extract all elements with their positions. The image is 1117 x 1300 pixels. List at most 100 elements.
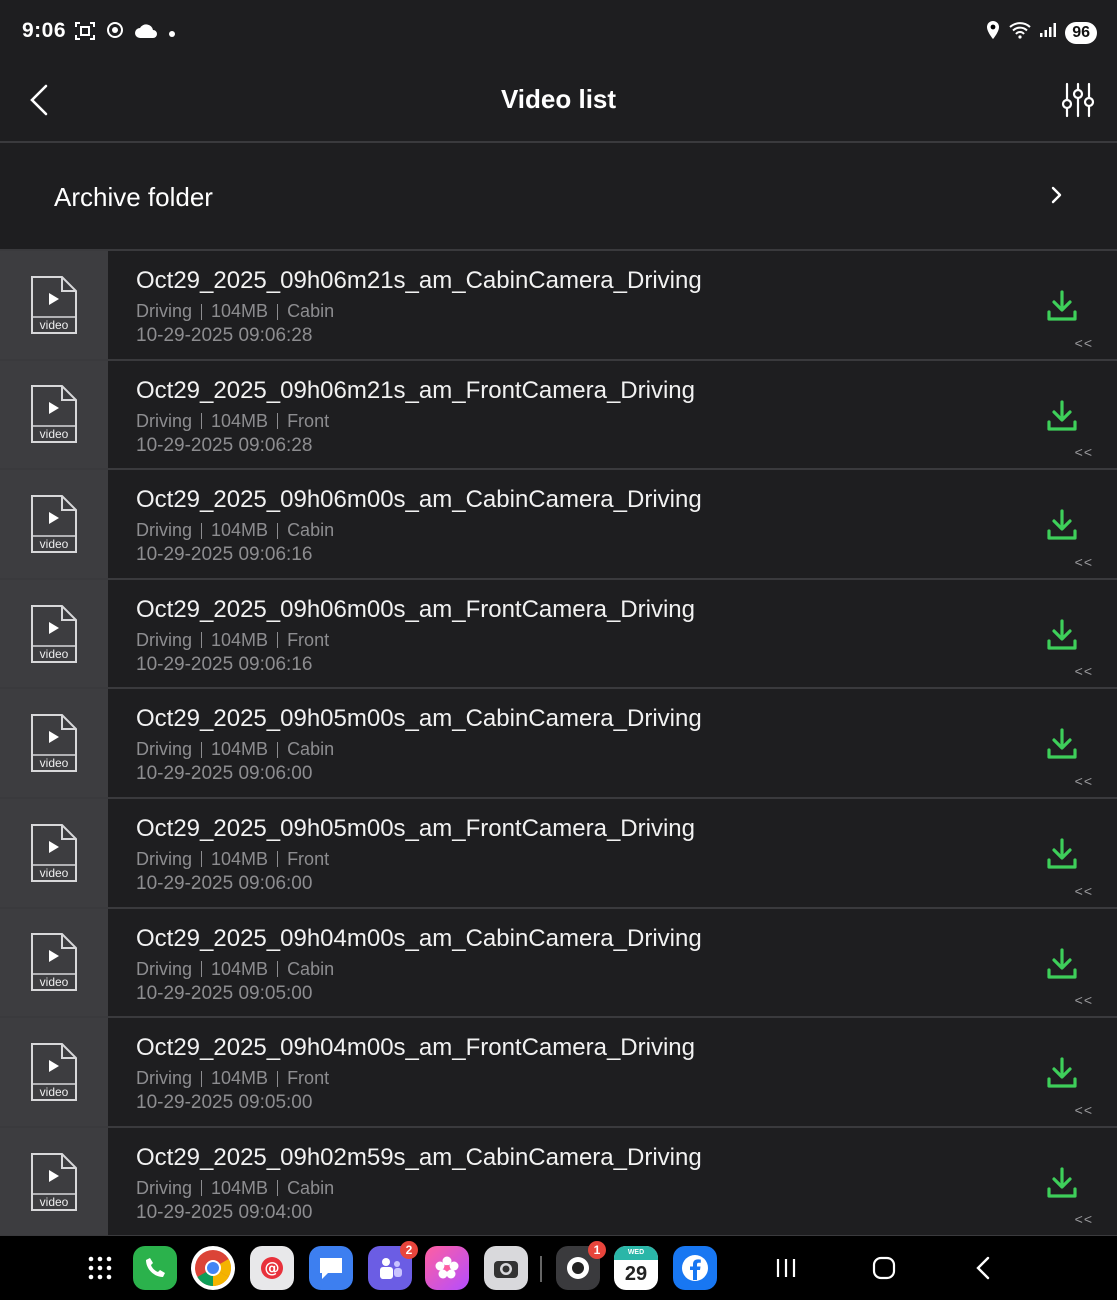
calendar-app-icon[interactable]: WED 29: [614, 1246, 658, 1290]
download-button[interactable]: [1045, 1056, 1079, 1090]
expand-toggle[interactable]: <<: [1075, 1102, 1093, 1118]
download-button[interactable]: [1045, 837, 1079, 871]
recent-apps-button[interactable]: [768, 1250, 804, 1286]
video-meta: Driving 104MB Cabin: [136, 520, 334, 541]
chrome-app-icon[interactable]: [191, 1246, 235, 1290]
video-file-icon: video: [31, 1042, 77, 1101]
expand-toggle[interactable]: <<: [1075, 554, 1093, 570]
facebook-app-icon[interactable]: [673, 1246, 717, 1290]
video-thumbnail[interactable]: video: [0, 1127, 108, 1236]
calendar-weekday: WED: [614, 1246, 658, 1260]
expand-toggle[interactable]: <<: [1075, 663, 1093, 679]
video-datetime: 10-29-2025 09:06:00: [136, 872, 313, 894]
video-title: Oct29_2025_09h06m00s_am_FrontCamera_Driv…: [136, 595, 695, 623]
video-list-item[interactable]: video Oct29_2025_09h04m00s_am_CabinCamer…: [0, 908, 1117, 1019]
download-icon: [1047, 290, 1077, 321]
video-thumb-label: video: [40, 318, 69, 332]
meta-separator: [201, 851, 203, 868]
video-thumbnail[interactable]: video: [0, 360, 108, 469]
video-size: 104MB: [211, 629, 269, 650]
download-button[interactable]: [1045, 508, 1079, 542]
home-icon: [872, 1256, 896, 1280]
video-meta: Driving 104MB Cabin: [136, 739, 334, 760]
download-icon: [1047, 509, 1077, 540]
video-size: 104MB: [211, 301, 269, 321]
video-meta: Driving 104MB Front: [136, 630, 329, 651]
download-button[interactable]: [1045, 399, 1079, 433]
teams-app-icon[interactable]: 2: [368, 1241, 418, 1290]
gallery-app-icon[interactable]: [425, 1246, 469, 1290]
dashcam-notification-badge: 1: [588, 1241, 606, 1259]
video-meta: Driving 104MB Front: [136, 1068, 329, 1089]
video-thumb-label: video: [40, 866, 69, 880]
video-title: Oct29_2025_09h06m21s_am_CabinCamera_Driv…: [136, 267, 702, 294]
download-button[interactable]: [1045, 727, 1079, 761]
download-button[interactable]: [1045, 1166, 1079, 1200]
video-thumbnail[interactable]: video: [0, 1018, 108, 1126]
expand-toggle[interactable]: <<: [1075, 444, 1093, 460]
download-button[interactable]: [1045, 618, 1079, 652]
video-meta: Driving 104MB Cabin: [136, 959, 334, 980]
phone-app-icon[interactable]: [133, 1246, 177, 1290]
email-app-icon[interactable]: @: [250, 1246, 294, 1290]
video-list-item[interactable]: video Oct29_2025_09h06m21s_am_CabinCamer…: [0, 251, 1117, 361]
status-bar: 9:06 96: [0, 0, 1117, 62]
meta-separator: [201, 741, 203, 758]
video-list-item[interactable]: video Oct29_2025_09h06m00s_am_FrontCamer…: [0, 579, 1117, 690]
video-thumbnail[interactable]: video: [0, 470, 108, 578]
video-type: Driving: [136, 958, 193, 979]
download-icon: [1047, 1057, 1077, 1088]
video-list-item[interactable]: video Oct29_2025_09h06m00s_am_CabinCamer…: [0, 470, 1117, 580]
meta-separator: [201, 961, 203, 978]
video-datetime: 10-29-2025 09:06:28: [136, 434, 313, 456]
video-size: 104MB: [211, 1068, 269, 1089]
messages-app-icon[interactable]: [309, 1246, 353, 1290]
teams-notification-badge: 2: [400, 1241, 418, 1259]
video-camera: Front: [287, 629, 330, 650]
video-thumbnail[interactable]: video: [0, 251, 108, 359]
video-size: 104MB: [211, 848, 269, 869]
video-file-icon: video: [31, 385, 77, 444]
chevron-right-icon: [1047, 183, 1067, 207]
expand-toggle[interactable]: <<: [1075, 773, 1093, 789]
video-thumbnail[interactable]: video: [0, 798, 108, 907]
video-list-item[interactable]: video Oct29_2025_09h06m21s_am_FrontCamer…: [0, 360, 1117, 471]
video-type: Driving: [136, 301, 193, 321]
video-type: Driving: [136, 1068, 193, 1089]
video-list-item[interactable]: video Oct29_2025_09h05m00s_am_FrontCamer…: [0, 798, 1117, 909]
video-title: Oct29_2025_09h04m00s_am_CabinCamera_Driv…: [136, 924, 702, 952]
video-file-icon: video: [31, 1152, 77, 1211]
filter-button[interactable]: [1061, 80, 1095, 120]
wifi-icon: [1009, 21, 1031, 44]
dashcam-app-icon[interactable]: 1: [556, 1241, 606, 1290]
video-type: Driving: [136, 848, 193, 869]
expand-toggle[interactable]: <<: [1075, 1211, 1093, 1227]
video-type: Driving: [136, 520, 193, 541]
camera-app-icon[interactable]: [484, 1246, 528, 1290]
download-button[interactable]: [1045, 289, 1079, 323]
video-thumbnail[interactable]: video: [0, 689, 108, 797]
video-list-item[interactable]: video Oct29_2025_09h04m00s_am_FrontCamer…: [0, 1018, 1117, 1128]
video-type: Driving: [136, 410, 193, 431]
video-thumbnail[interactable]: video: [0, 908, 108, 1017]
expand-toggle[interactable]: <<: [1075, 992, 1093, 1008]
video-list-item[interactable]: video Oct29_2025_09h05m00s_am_CabinCamer…: [0, 689, 1117, 799]
meta-separator: [201, 522, 203, 539]
meta-separator: [277, 413, 279, 430]
expand-toggle[interactable]: <<: [1075, 883, 1093, 899]
expand-toggle[interactable]: <<: [1075, 335, 1093, 351]
home-button[interactable]: [866, 1250, 902, 1286]
signal-icon: [1039, 22, 1057, 43]
app-drawer-button[interactable]: [80, 1246, 120, 1290]
download-icon: [1047, 1167, 1077, 1198]
archive-folder-label: Archive folder: [54, 182, 213, 212]
nav-back-button[interactable]: [966, 1250, 1002, 1286]
video-list-item[interactable]: video Oct29_2025_09h02m59s_am_CabinCamer…: [0, 1127, 1117, 1238]
video-title: Oct29_2025_09h02m59s_am_CabinCamera_Driv…: [136, 1143, 702, 1171]
battery-indicator: 96: [1065, 21, 1097, 44]
archive-folder-row[interactable]: Archive folder: [0, 143, 1117, 249]
video-thumbnail[interactable]: video: [0, 579, 108, 688]
video-size: 104MB: [211, 958, 269, 979]
video-list: video Oct29_2025_09h06m21s_am_CabinCamer…: [0, 251, 1117, 1238]
download-button[interactable]: [1045, 947, 1079, 981]
